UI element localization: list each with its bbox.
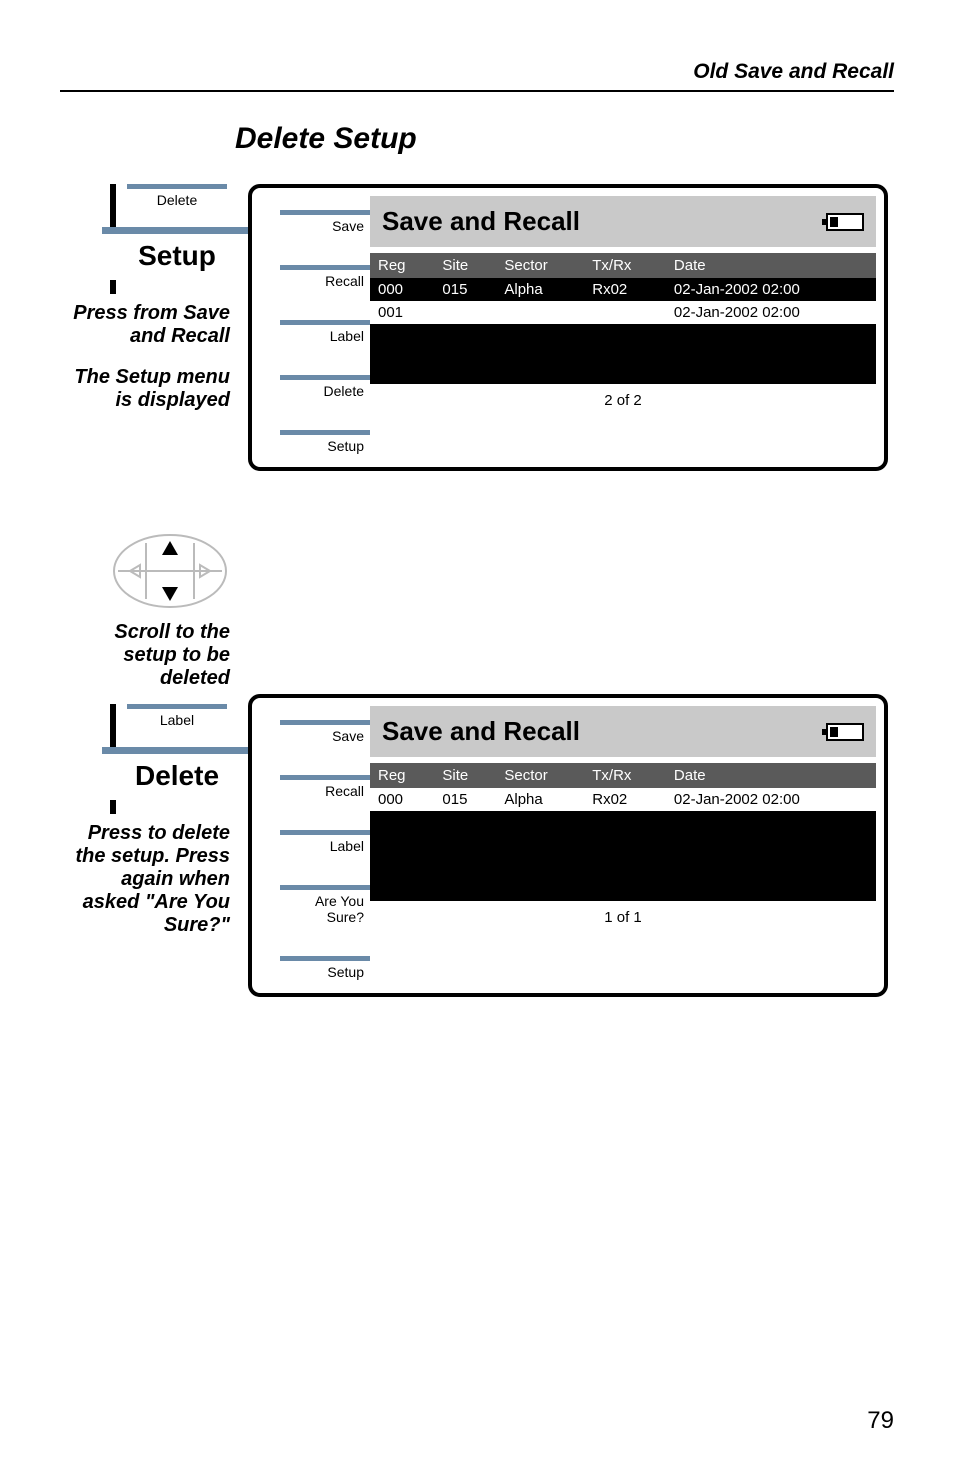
cell <box>496 301 584 324</box>
cell: Alpha <box>496 788 584 811</box>
cell: 000 <box>370 278 434 301</box>
cell: 02-Jan-2002 02:00 <box>666 301 876 324</box>
cell: 000 <box>370 788 434 811</box>
col-site-2: Site <box>434 763 496 788</box>
screen-title-1: Save and Recall <box>382 206 580 237</box>
page-header: Old Save and Recall <box>60 60 894 92</box>
col-reg: Reg <box>370 253 434 278</box>
table-row[interactable]: 000 015 Alpha Rx02 02-Jan-2002 02:00 <box>370 278 876 301</box>
table-row[interactable]: 001 02-Jan-2002 02:00 <box>370 301 876 324</box>
page-indicator-1: 2 of 2 <box>370 384 876 417</box>
cell: Rx02 <box>584 278 666 301</box>
save-button[interactable]: Save <box>280 210 370 239</box>
col-sector-2: Sector <box>496 763 584 788</box>
cell: 001 <box>370 301 434 324</box>
delete-button[interactable]: Delete <box>280 375 370 404</box>
side-buttons-2: Save Recall Label Are You Sure? Setup <box>260 706 370 985</box>
button-ladder-1: Delete Setup <box>110 184 230 294</box>
screen-title-bar-1: Save and Recall <box>370 196 876 247</box>
screen-title-bar-2: Save and Recall <box>370 706 876 757</box>
recall-button[interactable]: Recall <box>280 265 370 294</box>
cell: Alpha <box>496 278 584 301</box>
left-column-1: Delete Setup Press from Save and Recall … <box>60 184 230 471</box>
setup-big-button[interactable]: Setup <box>102 227 252 280</box>
device-panel-1: Save Recall Label Delete Setup Save and … <box>248 184 888 471</box>
col-date: Date <box>666 253 876 278</box>
device-panel-2: Save Recall Label Are You Sure? Setup Sa… <box>248 694 888 997</box>
label-button[interactable]: Label <box>280 320 370 349</box>
cell <box>434 301 496 324</box>
table-row[interactable]: 000 015 Alpha Rx02 02-Jan-2002 02:00 <box>370 788 876 811</box>
cell: Rx02 <box>584 788 666 811</box>
col-site: Site <box>434 253 496 278</box>
battery-icon <box>826 213 864 231</box>
setup-button-2[interactable]: Setup <box>280 956 370 985</box>
cell: 02-Jan-2002 02:00 <box>666 788 876 811</box>
cell: 015 <box>434 278 496 301</box>
are-you-sure-button[interactable]: Are You Sure? <box>280 885 370 930</box>
battery-icon-2 <box>826 723 864 741</box>
col-txrx-2: Tx/Rx <box>584 763 666 788</box>
caption-press-from: Press from Save and Recall <box>60 302 230 348</box>
cell <box>584 301 666 324</box>
setup-button[interactable]: Setup <box>280 430 370 459</box>
caption-scroll: Scroll to the setup to be deleted <box>60 621 230 690</box>
section-title: Delete Setup <box>235 122 894 156</box>
left-column-2: Label Delete Press to delete the setup. … <box>60 694 230 997</box>
col-sector: Sector <box>496 253 584 278</box>
col-reg-2: Reg <box>370 763 434 788</box>
col-date-2: Date <box>666 763 876 788</box>
table-1: Reg Site Sector Tx/Rx Date 000 015 Alpha… <box>370 253 876 384</box>
header-title: Old Save and Recall <box>693 60 894 83</box>
block-delete: Label Delete Press to delete the setup. … <box>60 694 894 997</box>
caption-press-delete: Press to delete the setup. Press again w… <box>60 822 230 937</box>
caption-setup-displayed: The Setup menu is displayed <box>60 366 230 412</box>
screen-area-2: Save and Recall Reg Site Sector Tx/Rx Da… <box>370 706 876 985</box>
delete-big-button[interactable]: Delete <box>102 747 252 800</box>
save-button-2[interactable]: Save <box>280 720 370 749</box>
page-indicator-2: 1 of 1 <box>370 901 876 934</box>
delete-mini-button[interactable]: Delete <box>127 184 227 213</box>
screen-area-1: Save and Recall Reg Site Sector Tx/Rx Da… <box>370 196 876 459</box>
page-number: 79 <box>867 1407 894 1435</box>
cell: 015 <box>434 788 496 811</box>
dpad-icon[interactable] <box>110 531 230 611</box>
recall-button-2[interactable]: Recall <box>280 775 370 804</box>
side-buttons-1: Save Recall Label Delete Setup <box>260 196 370 459</box>
label-button-2[interactable]: Label <box>280 830 370 859</box>
block-setup: Delete Setup Press from Save and Recall … <box>60 184 894 471</box>
button-ladder-2: Label Delete <box>110 704 230 814</box>
label-mini-button[interactable]: Label <box>127 704 227 733</box>
col-txrx: Tx/Rx <box>584 253 666 278</box>
table-2: Reg Site Sector Tx/Rx Date 000 015 Alpha… <box>370 763 876 901</box>
screen-title-2: Save and Recall <box>382 716 580 747</box>
cell: 02-Jan-2002 02:00 <box>666 278 876 301</box>
